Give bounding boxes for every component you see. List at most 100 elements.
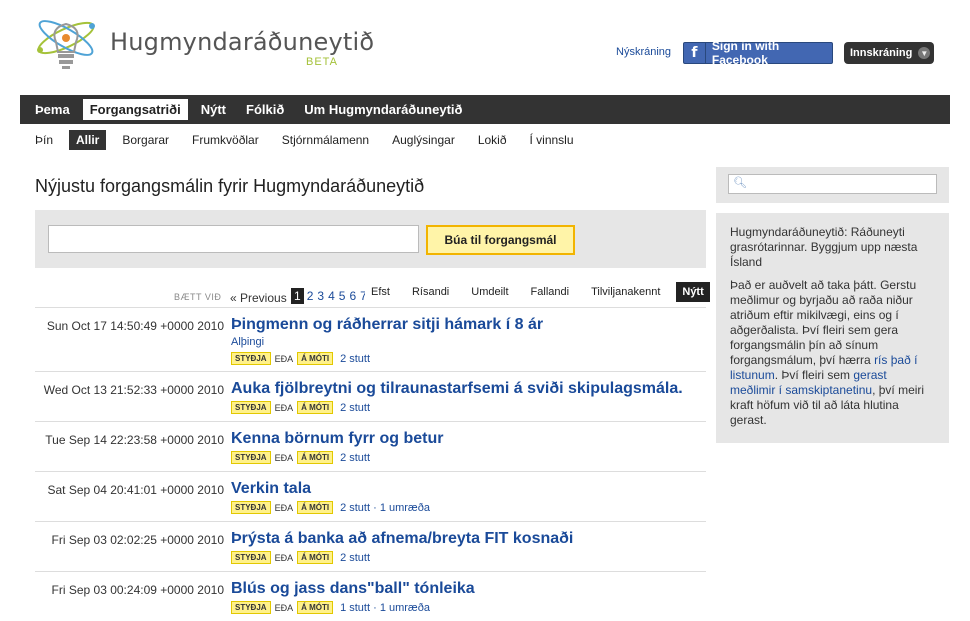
priority-date: Tue Sep 14 22:23:58 +0000 2010 (45, 433, 224, 447)
sort-rising[interactable]: Rísandi (405, 282, 456, 302)
priority-category[interactable]: Alþingi (231, 336, 264, 348)
priority-stats[interactable]: 2 stutt (340, 452, 370, 464)
added-label: BÆTT VIÐ (174, 292, 222, 302)
page-link[interactable]: 4 (327, 288, 336, 304)
previous-page-link[interactable]: « Previous (230, 291, 287, 305)
signup-link[interactable]: Nýskráning (616, 46, 671, 58)
or-label: EÐA (274, 602, 294, 613)
oppose-button[interactable]: Á MÓTI (297, 601, 334, 614)
login-button[interactable]: Innskráning ▼ (844, 42, 934, 64)
page-link[interactable]: 3 (316, 288, 325, 304)
nav-new[interactable]: Nýtt (194, 99, 233, 120)
priority-actions: STYÐJA EÐA Á MÓTI 2 stutt · 1 umræða (231, 501, 430, 514)
sort-newest[interactable]: Nýtt (676, 282, 710, 302)
list-item: Sun Oct 17 14:50:49 +0000 2010 Þingmenn o… (35, 307, 706, 371)
subnav-citizens[interactable]: Borgarar (115, 130, 176, 150)
support-button[interactable]: STYÐJA (231, 352, 271, 365)
create-priority-box: Búa til forgangsmál (35, 210, 706, 268)
subnav-politicians[interactable]: Stjórnmálamenn (275, 130, 376, 150)
priority-title[interactable]: Auka fjölbreytni og tilraunastarfsemi á … (231, 380, 683, 398)
or-label: EÐA (274, 452, 294, 463)
sidebar-text: Það er auðvelt að taka þátt. Gerstu meðl… (730, 278, 925, 427)
priority-stats[interactable]: 2 stutt (340, 353, 370, 365)
support-button[interactable]: STYÐJA (231, 601, 271, 614)
subnav-yours[interactable]: Þín (28, 130, 60, 150)
lightbulb-atom-icon (37, 20, 95, 69)
oppose-button[interactable]: Á MÓTI (297, 551, 334, 564)
main-nav: Þema Forgangsatriði Nýtt Fólkið Um Hugmy… (20, 95, 950, 124)
chevron-down-icon: ▼ (918, 47, 931, 59)
sort-controversial[interactable]: Umdeilt (465, 282, 515, 302)
sort-random[interactable]: Tilviljanakennt (585, 282, 667, 302)
nav-priorities[interactable]: Forgangsatriði (82, 99, 188, 120)
priority-title[interactable]: Kenna börnum fyrr og betur (231, 430, 443, 448)
priority-input[interactable] (48, 225, 419, 253)
or-label: EÐA (274, 353, 294, 364)
list-item: Fri Sep 03 00:24:09 +0000 2010 Blús og ja… (35, 571, 706, 621)
support-button[interactable]: STYÐJA (231, 551, 271, 564)
priority-list: Sun Oct 17 14:50:49 +0000 2010 Þingmenn o… (35, 307, 706, 621)
nav-themes[interactable]: Þema (28, 99, 77, 120)
page-link[interactable]: 6 (348, 288, 357, 304)
priority-title[interactable]: Blús og jass dans"ball" tónleika (231, 580, 475, 598)
pagination: 1 2 3 4 5 6 7 (291, 288, 370, 304)
site-logo[interactable]: Hugmyndaráðuneytið BETA (34, 12, 374, 78)
sort-tabs: Efst Rísandi Umdeilt Fallandi Tilviljana… (365, 282, 720, 302)
page-link[interactable]: 5 (338, 288, 347, 304)
priority-actions: STYÐJA EÐA Á MÓTI 2 stutt (231, 401, 370, 414)
search-icon: 🔍︎ (733, 177, 747, 189)
logo-beta: BETA (306, 56, 338, 68)
facebook-button-label: Sign in with Facebook (711, 39, 780, 67)
nav-about[interactable]: Um Hugmyndaráðuneytið (297, 99, 469, 120)
sort-top[interactable]: Efst (365, 282, 396, 302)
nav-people[interactable]: Fólkið (239, 99, 291, 120)
login-label: Innskráning (850, 47, 913, 59)
priority-title[interactable]: Verkin tala (231, 480, 311, 498)
oppose-button[interactable]: Á MÓTI (297, 451, 334, 464)
subnav-all[interactable]: Allir (69, 130, 107, 150)
support-button[interactable]: STYÐJA (231, 451, 271, 464)
or-label: EÐA (274, 402, 294, 413)
sidebar-info: Hugmyndaráðuneytið: Ráðuneyti grasrótari… (716, 213, 949, 443)
subnav-ads[interactable]: Auglýsingar (385, 130, 462, 150)
priority-date: Fri Sep 03 02:02:25 +0000 2010 (51, 533, 224, 547)
subnav-finished[interactable]: Lokið (471, 130, 514, 150)
subnav-in-progress[interactable]: Í vinnslu (523, 130, 581, 150)
facebook-icon: f (684, 43, 706, 63)
priority-stats[interactable]: 2 stutt (340, 552, 370, 564)
priority-stats[interactable]: 2 stutt · 1 umræða (340, 502, 430, 514)
or-label: EÐA (274, 552, 294, 563)
priority-date: Sat Sep 04 20:41:01 +0000 2010 (47, 483, 225, 497)
priority-title[interactable]: Þrýsta á banka að afnema/breyta FIT kosn… (231, 530, 573, 548)
search-input[interactable]: 🔍︎ (728, 174, 937, 194)
list-item: Tue Sep 14 22:23:58 +0000 2010 Kenna börn… (35, 421, 706, 471)
priority-actions: STYÐJA EÐA Á MÓTI 2 stutt (231, 451, 370, 464)
priority-title[interactable]: Þingmenn og ráðherrar sitji hámark í 8 á… (231, 316, 543, 334)
support-button[interactable]: STYÐJA (231, 501, 271, 514)
subnav-entrepreneurs[interactable]: Frumkvöðlar (185, 130, 266, 150)
sort-falling[interactable]: Fallandi (524, 282, 576, 302)
priority-date: Sun Oct 17 14:50:49 +0000 2010 (46, 319, 224, 333)
sidebar-intro: Hugmyndaráðuneytið: Ráðuneyti grasrótari… (730, 225, 918, 269)
oppose-button[interactable]: Á MÓTI (297, 352, 334, 365)
priority-actions: STYÐJA EÐA Á MÓTI 2 stutt (231, 551, 370, 564)
priority-stats[interactable]: 1 stutt · 1 umræða (340, 602, 430, 614)
oppose-button[interactable]: Á MÓTI (297, 501, 334, 514)
page-link[interactable]: 2 (306, 288, 315, 304)
priority-date: Wed Oct 13 21:52:33 +0000 2010 (43, 383, 224, 397)
facebook-signin-button[interactable]: f Sign in with Facebook (683, 39, 833, 67)
sub-nav: Þín Allir Borgarar Frumkvöðlar Stjórnmál… (28, 130, 590, 150)
sidebar-search: 🔍︎ (716, 167, 949, 203)
page-title: Nýjustu forgangsmálin fyrir Hugmyndaráðu… (35, 176, 425, 196)
support-button[interactable]: STYÐJA (231, 401, 271, 414)
page-link[interactable]: 1 (291, 288, 304, 304)
priority-stats[interactable]: 2 stutt (340, 402, 370, 414)
priority-actions: STYÐJA EÐA Á MÓTI 2 stutt (231, 352, 370, 365)
priority-actions: STYÐJA EÐA Á MÓTI 1 stutt · 1 umræða (231, 601, 430, 614)
or-label: EÐA (274, 502, 294, 513)
list-item: Wed Oct 13 21:52:33 +0000 2010 Auka fjölb… (35, 371, 706, 421)
list-item: Sat Sep 04 20:41:01 +0000 2010 Verkin tal… (35, 471, 706, 521)
create-priority-button[interactable]: Búa til forgangsmál (426, 225, 575, 255)
priority-date: Fri Sep 03 00:24:09 +0000 2010 (51, 583, 224, 597)
oppose-button[interactable]: Á MÓTI (297, 401, 334, 414)
